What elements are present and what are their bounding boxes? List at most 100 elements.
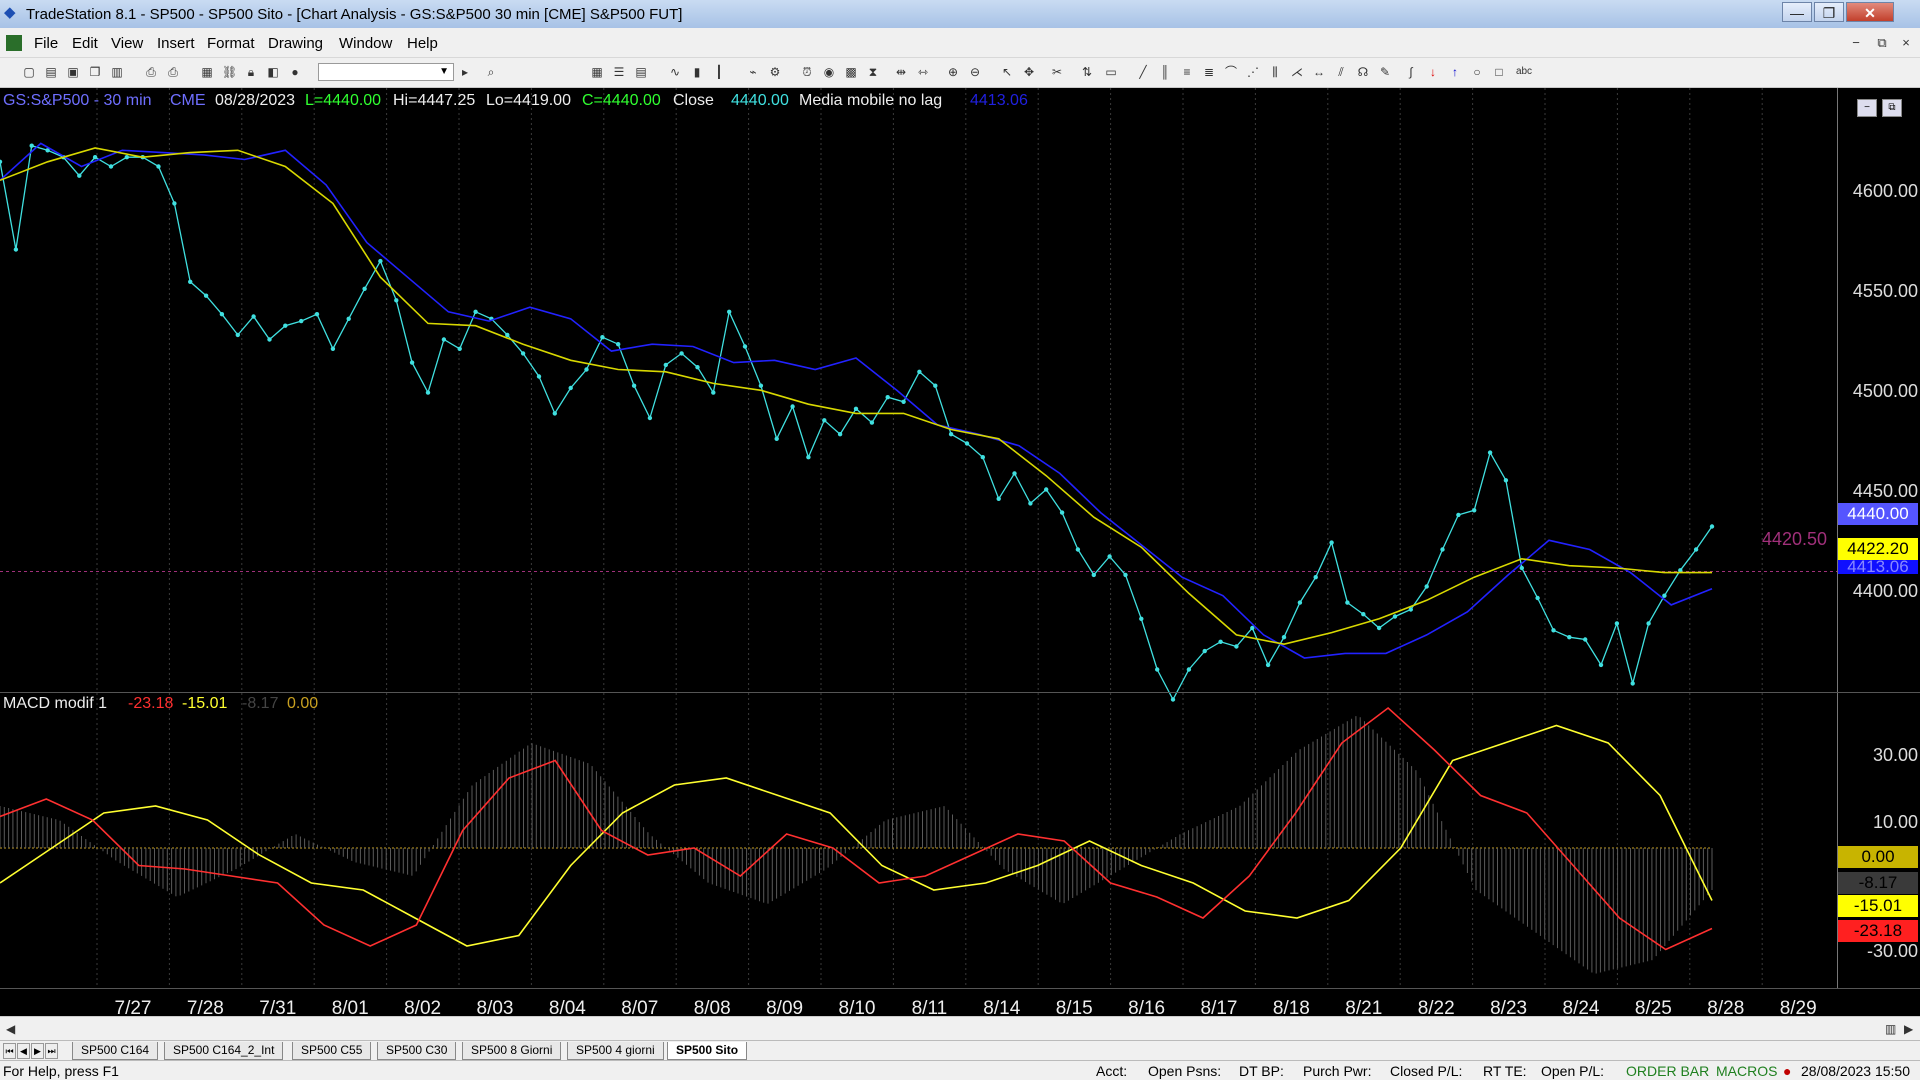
close-point (663, 362, 668, 368)
macros-status[interactable]: MACROS (1716, 1063, 1777, 1079)
tab-sp500-c164[interactable]: SP500 C164 (72, 1042, 159, 1060)
chart-area[interactable]: GS:S&P500 - 30 min CME 08/28/2023 L=4440… (0, 88, 1920, 1019)
menu-file[interactable]: File (34, 35, 58, 52)
close-point (1186, 667, 1192, 672)
pane-restore-button[interactable]: ⧉ (1882, 99, 1902, 117)
arc-icon[interactable]: ⌒ (1224, 65, 1238, 79)
tab-sp500-c30[interactable]: SP500 C30 (377, 1042, 457, 1060)
arrow-up-icon[interactable]: ↑ (1448, 65, 1462, 79)
zoom-find-icon[interactable]: ⌕ (484, 65, 498, 79)
window-icon[interactable]: ▦ (200, 65, 214, 79)
save-icon[interactable]: ▣ (66, 65, 80, 79)
table-icon[interactable]: ▤ (634, 65, 648, 79)
pane-divider[interactable] (0, 692, 1920, 693)
zoom-in-icon[interactable]: ⊕ (946, 65, 960, 79)
hist-box: -8.17 (1838, 872, 1918, 894)
open-icon[interactable]: ▤ (44, 65, 58, 79)
bar-chart-icon[interactable]: ▮ (690, 65, 704, 79)
scroll-left-icon[interactable]: ◀ (6, 1022, 15, 1036)
alarm-icon[interactable]: ⏰︎ (800, 65, 814, 79)
open-pl-status: Open P/L: (1541, 1063, 1605, 1079)
indicator-icon[interactable]: ⌁ (746, 65, 760, 79)
close-button[interactable]: ✕ (1846, 2, 1894, 22)
menu-window[interactable]: Window (339, 35, 392, 52)
format-icon[interactable]: ◧ (266, 65, 280, 79)
rectangle-icon[interactable]: □ (1492, 65, 1506, 79)
go-icon[interactable]: ▸ (458, 65, 472, 79)
fan-icon[interactable]: ⋰ (1246, 65, 1260, 79)
mdi-close-button[interactable]: × (1896, 34, 1916, 52)
horizontal-lines-icon[interactable]: ≡ (1180, 65, 1194, 79)
tab-sp500-sito[interactable]: SP500 Sito (667, 1042, 748, 1060)
minimize-button[interactable]: — (1782, 2, 1812, 22)
grid-icon[interactable]: ▦ (590, 65, 604, 79)
ellipse-icon[interactable]: ○ (1470, 65, 1484, 79)
zero-box: 0.00 (1838, 846, 1918, 868)
vertical-lines-icon[interactable]: ║ (1158, 65, 1172, 79)
cursor-icon[interactable]: ✥ (1022, 65, 1036, 79)
lock-icon[interactable]: 🔒︎ (244, 65, 258, 79)
tab-sp500-c164-2-int[interactable]: SP500 C164_2_Int (164, 1042, 284, 1060)
chart-scrollbar[interactable]: ◀ ▥ ▶ (0, 1016, 1920, 1040)
zoom-out-icon[interactable]: ⊖ (968, 65, 982, 79)
close-point (552, 411, 557, 416)
channel-icon[interactable]: ⫽ (1334, 65, 1348, 79)
tab-prev-icon[interactable]: ◀ (17, 1043, 30, 1059)
menu-view[interactable]: View (111, 35, 143, 52)
mdi-restore-button[interactable]: ⧉ (1872, 34, 1892, 52)
restore-button[interactable]: ❐ (1814, 2, 1844, 22)
tab-sp500-4-giorni[interactable]: SP500 4 giorni (567, 1042, 664, 1060)
spiral-icon[interactable]: ☊ (1356, 65, 1370, 79)
gann-icon[interactable]: ⫼ (1268, 65, 1282, 79)
window-title: TradeStation 8.1 - SP500 - SP500 Sito - … (26, 6, 683, 23)
price-marker-label: 4420.50 (1762, 529, 1828, 549)
properties-icon[interactable]: ▭ (1104, 65, 1118, 79)
pane-minimize-button[interactable]: − (1857, 99, 1877, 117)
close-point (1202, 648, 1207, 654)
radar-icon[interactable]: ◉ (822, 65, 836, 79)
tab-next-icon[interactable]: ▶ (31, 1043, 44, 1059)
menu-help[interactable]: Help (407, 35, 438, 52)
bar-spacing-icon[interactable]: ⇹ (894, 65, 908, 79)
menu-drawing[interactable]: Drawing (268, 35, 323, 52)
tab-sp500-8-giorni[interactable]: SP500 8 Giorni (462, 1042, 562, 1060)
new-icon[interactable]: ▢ (22, 65, 36, 79)
curve-icon[interactable]: ∫ (1404, 65, 1418, 79)
order-bar-status[interactable]: ORDER BAR (1626, 1063, 1709, 1079)
arrow-down-icon[interactable]: ↓ (1426, 65, 1440, 79)
text-tool-icon[interactable]: abc (1514, 65, 1534, 79)
print-icon[interactable]: ⎙ (144, 65, 158, 79)
print-preview-icon[interactable]: ⎙ (166, 65, 180, 79)
tab-last-icon[interactable]: ⏭ (45, 1043, 58, 1059)
strategy-icon[interactable]: ⚙ (768, 65, 782, 79)
candle-icon[interactable]: ┃ (712, 65, 726, 79)
copy-icon[interactable]: ❐ (88, 65, 102, 79)
chart-canvas[interactable] (0, 88, 1920, 988)
menu-edit[interactable]: Edit (72, 35, 98, 52)
link-icon[interactable]: ⛓ (222, 65, 237, 79)
tools-icon[interactable]: ✂ (1050, 65, 1064, 79)
bar-compress-icon[interactable]: ⇿ (916, 65, 930, 79)
trendline-icon[interactable]: ╱ (1136, 65, 1150, 79)
symbol-combo[interactable]: ▼ (318, 63, 454, 81)
andrews-icon[interactable]: ⋌ (1290, 65, 1304, 79)
trade-icon[interactable]: ⇅ (1080, 65, 1094, 79)
tab-first-icon[interactable]: ⏮ (3, 1043, 16, 1059)
mdi-minimize-button[interactable]: − (1846, 34, 1866, 52)
tab-sp500-c55[interactable]: SP500 C55 (292, 1042, 372, 1060)
menu-format[interactable]: Format (207, 35, 255, 52)
paste-icon[interactable]: ▥ (110, 65, 124, 79)
fibonacci-icon[interactable]: ≣ (1202, 65, 1216, 79)
scroll-right-icon[interactable]: ▶ (1904, 1022, 1913, 1036)
ruler-icon[interactable]: ↔ (1312, 65, 1326, 79)
list-icon[interactable]: ☰ (612, 65, 626, 79)
pointer-icon[interactable]: ↖ (1000, 65, 1014, 79)
menu-insert[interactable]: Insert (157, 35, 195, 52)
time-sales-icon[interactable]: ⧗ (866, 65, 880, 79)
chart-icon[interactable]: ∿ (668, 65, 682, 79)
pen-icon[interactable]: ✎ (1378, 65, 1392, 79)
color-icon[interactable]: ● (288, 65, 302, 79)
scroll-thumb[interactable]: ▥ (1885, 1022, 1896, 1036)
close-point (1329, 540, 1334, 545)
matrix-icon[interactable]: ▩ (844, 65, 858, 79)
